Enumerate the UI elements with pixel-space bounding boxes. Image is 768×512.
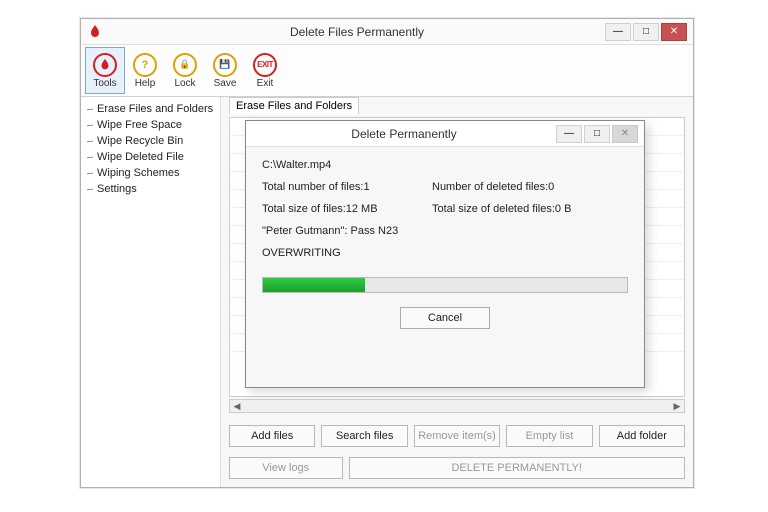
progress-bar: [262, 277, 628, 293]
help-label: Help: [135, 78, 156, 89]
flame-icon: [93, 53, 117, 77]
dialog-file-path: C:\Walter.mp4: [262, 159, 331, 171]
exit-button[interactable]: EXITExit: [245, 47, 285, 94]
dialog-body: C:\Walter.mp4 Total number of files:1 Nu…: [246, 147, 644, 341]
total-size-value: 12 MB: [346, 203, 378, 215]
cancel-button[interactable]: Cancel: [400, 307, 490, 329]
lock-icon: 🔒: [173, 53, 197, 77]
sidebar-item-wipe-deleted-file[interactable]: Wipe Deleted File: [81, 149, 220, 165]
main-window-controls: — □ ✕: [605, 23, 687, 41]
dialog-maximize-button[interactable]: □: [584, 125, 610, 143]
dialog-window-controls: — □ ✕: [556, 125, 638, 143]
deleted-files-label: Number of deleted files:: [432, 181, 548, 193]
delete-permanently-button: DELETE PERMANENTLY!: [349, 457, 686, 479]
sidebar-item-settings[interactable]: Settings: [81, 181, 220, 197]
main-title: Delete Files Permanently: [109, 25, 605, 39]
help-icon: ?: [133, 53, 157, 77]
app-flame-icon: [87, 24, 103, 40]
dialog-close-button: ✕: [612, 125, 638, 143]
sidebar-item-erase-files-and-folders[interactable]: Erase Files and Folders: [81, 101, 220, 117]
delete-permanently-dialog: Delete Permanently — □ ✕ C:\Walter.mp4 T…: [245, 120, 645, 388]
empty-list-button: Empty list: [506, 425, 592, 447]
add-files-button[interactable]: Add files: [229, 425, 315, 447]
toolbar: Tools?Help🔒Lock💾SaveEXITExit: [81, 45, 693, 97]
button-row-2: View logs DELETE PERMANENTLY!: [229, 457, 685, 479]
dialog-minimize-button[interactable]: —: [556, 125, 582, 143]
minimize-button[interactable]: —: [605, 23, 631, 41]
progress-fill: [263, 278, 365, 292]
save-icon: 💾: [213, 53, 237, 77]
add-folder-button[interactable]: Add folder: [599, 425, 685, 447]
status-text: OVERWRITING: [262, 247, 341, 259]
deleted-size-label: Total size of deleted files:: [432, 203, 555, 215]
sidebar-item-wiping-schemes[interactable]: Wiping Schemes: [81, 165, 220, 181]
dialog-title: Delete Permanently: [252, 127, 556, 141]
save-label: Save: [214, 78, 237, 89]
sidebar-item-wipe-free-space[interactable]: Wipe Free Space: [81, 117, 220, 133]
deleted-size-value: 0 B: [555, 203, 572, 215]
lock-label: Lock: [174, 78, 195, 89]
total-files-value: 1: [364, 181, 370, 193]
lock-button[interactable]: 🔒Lock: [165, 47, 205, 94]
tab-erase-files[interactable]: Erase Files and Folders: [229, 97, 359, 114]
help-button[interactable]: ?Help: [125, 47, 165, 94]
horizontal-scrollbar[interactable]: ◀ ▶: [229, 399, 685, 413]
scroll-thumb[interactable]: [244, 400, 670, 412]
scroll-left-icon[interactable]: ◀: [230, 400, 244, 412]
exit-icon: EXIT: [253, 53, 277, 77]
scroll-right-icon[interactable]: ▶: [670, 400, 684, 412]
wiping-scheme: "Peter Gutmann": Pass N23: [262, 225, 398, 237]
button-row-1: Add files Search files Remove item(s) Empty…: [229, 425, 685, 447]
deleted-files-value: 0: [548, 181, 554, 193]
remove-item-s-button: Remove item(s): [414, 425, 500, 447]
tools-button[interactable]: Tools: [85, 47, 125, 94]
total-files-label: Total number of files:: [262, 181, 364, 193]
save-button[interactable]: 💾Save: [205, 47, 245, 94]
dialog-titlebar: Delete Permanently — □ ✕: [246, 121, 644, 147]
view-logs-button: View logs: [229, 457, 343, 479]
sidebar-item-wipe-recycle-bin[interactable]: Wipe Recycle Bin: [81, 133, 220, 149]
main-titlebar: Delete Files Permanently — □ ✕: [81, 19, 693, 45]
maximize-button[interactable]: □: [633, 23, 659, 41]
tools-label: Tools: [93, 78, 116, 89]
sidebar-tree: Erase Files and FoldersWipe Free SpaceWi…: [81, 97, 221, 487]
search-files-button[interactable]: Search files: [321, 425, 407, 447]
exit-label: Exit: [257, 78, 274, 89]
total-size-label: Total size of files:: [262, 203, 346, 215]
close-button[interactable]: ✕: [661, 23, 687, 41]
